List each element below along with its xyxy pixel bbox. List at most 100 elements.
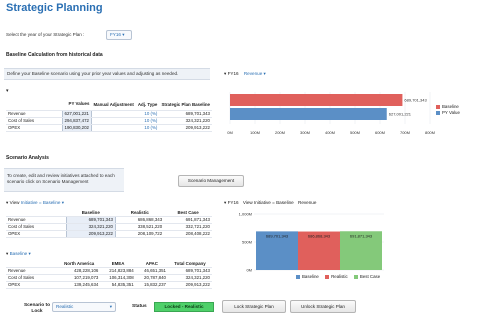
adj-type-cell[interactable]: 10 (%) — [135, 117, 160, 125]
top-chart-legend: Baseline PY Value — [436, 104, 460, 116]
x-tick-label: 500M — [350, 130, 360, 135]
north-america-cell: 139,245,634 — [58, 281, 101, 289]
unlock-strategic-plan-button[interactable]: Unlock Strategic Plan — [290, 300, 356, 313]
scenario-comparison-chart: 1,000M 500M 0M 689,701,343 686,868,343 691,87… — [239, 212, 384, 273]
x-tick-label: 800M — [425, 130, 435, 135]
row-label: Cost of Sales — [6, 117, 62, 125]
right-chart-filter[interactable]: ▾ FY16 View Initiative = Baseline Revenu… — [224, 200, 316, 206]
py-value-cell[interactable]: 294,837,472 — [61, 117, 92, 125]
data-label: 691,871,343 — [350, 233, 373, 238]
baseline-cell: 324,321,220 — [65, 223, 116, 231]
chevron-down-icon: ▾ — [263, 71, 266, 76]
status-badge: Locked - Realistic — [154, 302, 214, 312]
legend-swatch — [325, 274, 330, 279]
view-label: View — [9, 200, 20, 205]
top-chart-filter[interactable]: ▾ FY16 Revenue ▾ — [224, 71, 266, 77]
emea-cell: 54,835,351 — [100, 281, 136, 289]
legend-item: Baseline — [296, 274, 319, 279]
table-row: Cost of Sales 107,219,073 106,314,308 20… — [6, 274, 212, 282]
table-row: Cost of Sales 294,837,472 10 (%) 324,321… — [6, 117, 212, 125]
row-label: Revenue — [6, 267, 58, 275]
realistic-cell: 686,868,343 — [115, 216, 165, 224]
table-header: Adj. Type — [135, 98, 160, 111]
region-table: North America EMEA APAC Total Company Re… — [6, 261, 212, 289]
right-chart-legend: Baseline Realistic Best Case — [296, 274, 380, 279]
x-tick-label: 100M — [250, 130, 260, 135]
x-tick-label: 300M — [300, 130, 310, 135]
bar-py-value — [230, 108, 387, 120]
chevron-down-icon: ▾ — [109, 304, 112, 309]
legend-swatch — [436, 104, 440, 109]
x-tick-label: 700M — [400, 130, 410, 135]
year-select[interactable]: FY16 ▾ — [106, 30, 132, 40]
legend-label: Best Case — [359, 274, 381, 279]
chart-measure: Revenue — [298, 200, 317, 205]
chart-measure: Revenue — [243, 71, 263, 76]
region-filter-value: Baseline — [9, 251, 28, 256]
chart-year: FY16 — [227, 200, 239, 205]
scenario-hint: To create, edit and review initiatives a… — [7, 173, 115, 184]
x-tick-label: 200M — [275, 130, 285, 135]
scenario-lock-value: Realistic — [56, 304, 74, 309]
data-label: 689,701,343 — [404, 98, 427, 103]
baseline-vs-py-chart: 0M 100M 200M 300M 400M 500M 600M 700M 800M 689,70… — [227, 92, 435, 135]
row-label: Cost of Sales — [6, 274, 58, 282]
view-filter[interactable]: ▾ View Initiative = Baseline ▾ — [6, 200, 64, 206]
year-prompt: Select the year of your Strategic Plan : — [6, 32, 85, 37]
chevron-down-icon: ▾ — [6, 251, 9, 256]
table-header: Manual Adjustment — [91, 98, 136, 111]
collapse-arrow-icon[interactable]: ▾ — [6, 88, 9, 94]
row-label: OPEX — [6, 230, 66, 238]
best-case-cell: 208,408,222 — [164, 230, 212, 238]
realistic-cell: 338,521,220 — [115, 223, 165, 231]
table-row: Revenue 689,701,343 686,868,343 691,871,… — [6, 216, 212, 224]
legend-label: Baseline — [302, 274, 319, 279]
table-row: OPEX 139,245,634 54,835,351 15,832,237 2… — [6, 281, 212, 289]
baseline-cell: 689,701,343 — [159, 110, 212, 118]
lock-strategic-plan-button[interactable]: Lock Strategic Plan — [222, 300, 286, 313]
legend-item: Realistic — [325, 274, 348, 279]
adj-type-cell[interactable]: 10 (%) — [135, 124, 160, 132]
chevron-down-icon: ▾ — [28, 251, 31, 256]
py-value-cell[interactable]: 190,830,202 — [61, 124, 92, 132]
apac-cell: 15,832,237 — [135, 281, 168, 289]
chevron-down-icon: ▾ — [224, 71, 227, 76]
view-value: Initiative = Baseline — [20, 200, 61, 205]
legend-label: PY Value — [442, 110, 460, 115]
table-header: Total Company — [168, 261, 212, 268]
apac-cell: 20,787,840 — [135, 274, 168, 282]
adjustment-cell[interactable] — [91, 110, 136, 118]
baseline-hint: Define your Baseline scenario using your… — [7, 71, 179, 76]
row-label: Cost of Sales — [6, 223, 66, 231]
scenario-management-button[interactable]: Scenario Management — [178, 175, 244, 187]
north-america-cell: 428,228,106 — [58, 267, 101, 275]
chevron-down-icon: ▾ — [61, 200, 65, 205]
emea-cell: 106,314,308 — [100, 274, 136, 282]
page-title: Strategic Planning — [6, 2, 103, 14]
table-row: Cost of Sales 324,321,220 338,521,220 33… — [6, 223, 212, 231]
chart-year: FY16 — [227, 71, 239, 76]
north-america-cell: 107,219,073 — [58, 274, 101, 282]
adjustment-cell[interactable] — [91, 124, 136, 132]
adj-type-cell[interactable]: 10 (%) — [135, 110, 160, 118]
adjustment-cell[interactable] — [91, 117, 136, 125]
scenario-hint-bar: To create, edit and review initiatives a… — [4, 168, 124, 192]
py-value-cell[interactable]: 627,001,221 — [61, 110, 92, 118]
y-tick-label: 0M — [246, 268, 252, 273]
scenario-lock-select[interactable]: Realistic ▾ — [52, 302, 116, 312]
chevron-down-icon: ▾ — [6, 200, 9, 205]
row-label: Revenue — [6, 110, 62, 118]
legend-label: Realistic — [331, 274, 348, 279]
emea-cell: 214,823,884 — [100, 267, 136, 275]
row-label: Revenue — [6, 216, 66, 224]
total-company-cell: 689,701,343 — [168, 267, 212, 275]
baseline-section-title: Baseline Calculation from historical dat… — [6, 52, 103, 58]
region-filter[interactable]: ▾ Baseline ▾ — [6, 251, 31, 257]
x-tick-label: 0M — [227, 130, 233, 135]
y-tick-label: 500M — [242, 240, 252, 245]
baseline-cell: 324,321,220 — [159, 117, 212, 125]
chevron-down-icon: ▾ — [122, 32, 125, 37]
baseline-cell: 689,701,343 — [65, 216, 116, 224]
x-tick-label: 400M — [325, 130, 335, 135]
table-row: Revenue 428,228,106 214,823,884 46,651,3… — [6, 267, 212, 275]
